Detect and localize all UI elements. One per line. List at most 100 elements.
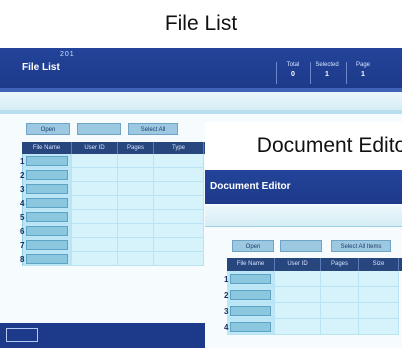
file-name-field[interactable] bbox=[26, 198, 68, 208]
footer-button[interactable] bbox=[6, 328, 38, 342]
editor-file-name-cell[interactable] bbox=[227, 271, 275, 287]
editor-table-cell bbox=[359, 319, 399, 335]
editor-column-file-name[interactable]: File Name bbox=[227, 258, 275, 271]
file-name-field[interactable] bbox=[26, 184, 68, 194]
editor-file-name-field[interactable] bbox=[230, 274, 271, 284]
editor-table: File Name User ID Pages Size bbox=[227, 258, 402, 335]
table-cell bbox=[72, 238, 118, 252]
editor-file-name-cell[interactable] bbox=[227, 303, 275, 319]
file-list-strip bbox=[0, 110, 402, 114]
editor-file-name-field[interactable] bbox=[230, 290, 271, 300]
file-name-cell[interactable] bbox=[22, 182, 72, 196]
stat-page: Page 1 bbox=[346, 62, 379, 84]
row-number: 7 bbox=[20, 241, 25, 250]
document-editor-caption: Document Editor bbox=[256, 134, 402, 157]
stat-selected-label: Selected bbox=[315, 62, 339, 68]
file-name-cell[interactable] bbox=[22, 210, 72, 224]
column-user-id[interactable]: User ID bbox=[72, 142, 118, 154]
stat-selected-value: 1 bbox=[325, 71, 329, 78]
editor-file-name-cell[interactable] bbox=[227, 287, 275, 303]
table-cell bbox=[118, 168, 154, 182]
file-name-cell[interactable] bbox=[22, 252, 72, 266]
editor-table-cell bbox=[359, 303, 399, 319]
editor-table-cell bbox=[275, 287, 321, 303]
editor-row-number: 3 bbox=[224, 307, 229, 316]
editor-blank-button[interactable] bbox=[280, 240, 322, 252]
table-cell bbox=[72, 224, 118, 238]
file-list-subbar bbox=[0, 92, 402, 111]
editor-table-row[interactable] bbox=[227, 271, 402, 287]
editor-column-pages[interactable]: Pages bbox=[321, 258, 359, 271]
table-cell bbox=[154, 252, 204, 266]
table-cell bbox=[154, 224, 204, 238]
editor-table-cell bbox=[359, 287, 399, 303]
row-number: 6 bbox=[20, 227, 25, 236]
file-name-cell[interactable] bbox=[22, 196, 72, 210]
editor-file-name-field[interactable] bbox=[230, 322, 271, 332]
stat-page-label: Page bbox=[355, 62, 370, 68]
file-name-cell[interactable] bbox=[22, 168, 72, 182]
editor-table-row[interactable] bbox=[227, 287, 402, 303]
file-name-field[interactable] bbox=[26, 254, 68, 264]
editor-table-cell bbox=[321, 303, 359, 319]
table-cell bbox=[72, 154, 118, 168]
table-cell bbox=[154, 182, 204, 196]
editor-file-name-field[interactable] bbox=[230, 306, 271, 316]
editor-table-cell bbox=[275, 303, 321, 319]
table-cell bbox=[72, 196, 118, 210]
document-editor-panel: Document Editor Document Editor Open Sel… bbox=[205, 122, 402, 348]
stat-page-value: 1 bbox=[361, 71, 365, 78]
editor-file-name-cell[interactable] bbox=[227, 319, 275, 335]
stat-total-label: Total bbox=[286, 62, 300, 68]
file-name-field[interactable] bbox=[26, 156, 68, 166]
column-pages[interactable]: Pages bbox=[118, 142, 154, 154]
file-name-cell[interactable] bbox=[22, 224, 72, 238]
table-cell bbox=[154, 154, 204, 168]
open-button[interactable]: Open bbox=[26, 123, 70, 135]
document-editor-title: Document Editor bbox=[210, 181, 291, 192]
file-name-cell[interactable] bbox=[22, 238, 72, 252]
row-number: 5 bbox=[20, 213, 25, 222]
editor-table-cell bbox=[321, 271, 359, 287]
file-name-field[interactable] bbox=[26, 240, 68, 250]
file-name-cell[interactable] bbox=[22, 154, 72, 168]
screenshot-root: File List 201 File List Total 0 Selected… bbox=[0, 0, 402, 348]
document-editor-subbar bbox=[205, 206, 402, 227]
table-cell bbox=[72, 210, 118, 224]
editor-open-button[interactable]: Open bbox=[232, 240, 274, 252]
table-cell bbox=[118, 210, 154, 224]
table-cell bbox=[154, 168, 204, 182]
file-name-field[interactable] bbox=[26, 170, 68, 180]
select-all-button[interactable]: Select All bbox=[128, 123, 178, 135]
file-name-field[interactable] bbox=[26, 226, 68, 236]
editor-column-size[interactable]: Size bbox=[359, 258, 399, 271]
file-list-caption: File List bbox=[0, 0, 402, 48]
editor-column-user-id[interactable]: User ID bbox=[275, 258, 321, 271]
blank-button[interactable] bbox=[77, 123, 121, 135]
editor-table-cell bbox=[321, 319, 359, 335]
table-cell bbox=[118, 224, 154, 238]
table-cell bbox=[154, 196, 204, 210]
editor-table-cell bbox=[275, 319, 321, 335]
file-name-field[interactable] bbox=[26, 212, 68, 222]
table-cell bbox=[72, 182, 118, 196]
editor-table-header: File Name User ID Pages Size bbox=[227, 258, 402, 271]
document-editor-header: Document Editor bbox=[205, 170, 402, 204]
stat-selected: Selected 1 bbox=[310, 62, 343, 84]
column-file-name[interactable]: File Name bbox=[22, 142, 72, 154]
stat-total: Total 0 bbox=[276, 62, 309, 84]
row-number: 4 bbox=[20, 199, 25, 208]
file-list-header: 201 File List Total 0 Selected 1 Page 1 bbox=[0, 48, 402, 88]
table-cell bbox=[118, 196, 154, 210]
editor-table-cell bbox=[321, 287, 359, 303]
row-number: 3 bbox=[20, 185, 25, 194]
table-cell bbox=[118, 154, 154, 168]
editor-row-number: 1 bbox=[224, 275, 229, 284]
row-number: 8 bbox=[20, 255, 25, 264]
editor-table-row[interactable] bbox=[227, 303, 402, 319]
column-type[interactable]: Type bbox=[154, 142, 204, 154]
editor-select-button[interactable]: Select All Items bbox=[331, 240, 391, 252]
table-cell bbox=[118, 238, 154, 252]
table-cell bbox=[72, 168, 118, 182]
editor-table-row[interactable] bbox=[227, 319, 402, 335]
